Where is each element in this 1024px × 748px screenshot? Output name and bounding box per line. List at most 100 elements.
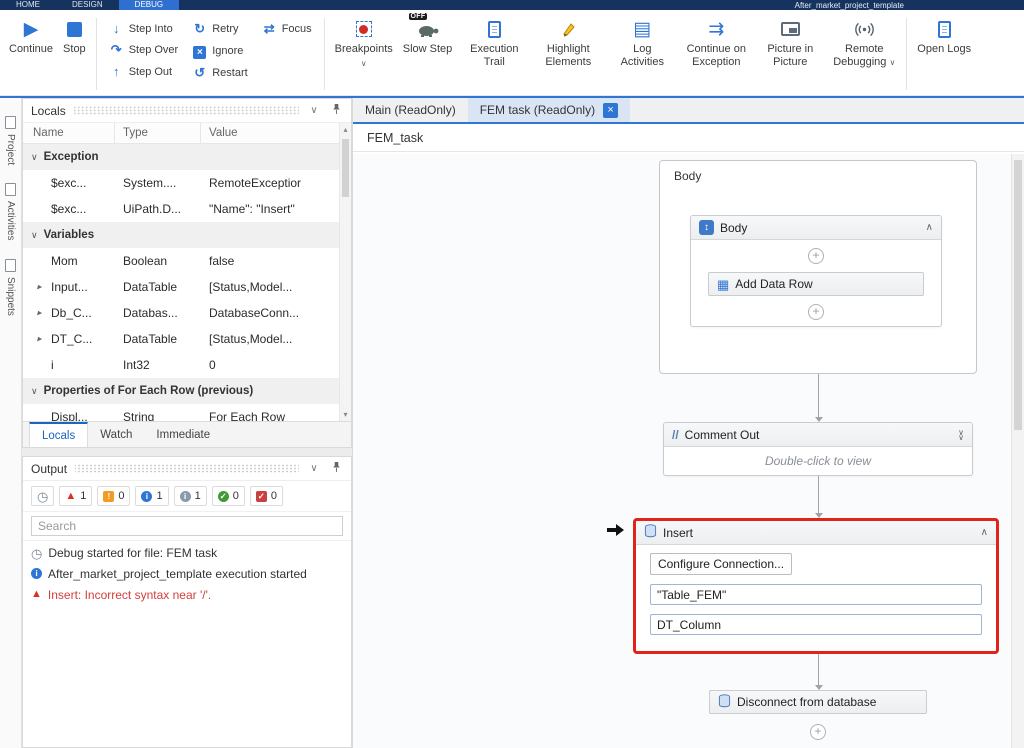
panel-drag-handle[interactable] — [75, 464, 299, 473]
column-header-name[interactable]: Name — [23, 123, 115, 143]
comment-out-activity[interactable]: // Comment Out ∨ ∨ Double-click to view — [663, 422, 973, 476]
warnings-filter[interactable]: ! 0 — [97, 486, 131, 506]
tab-fem-task[interactable]: FEM task (ReadOnly) × — [467, 98, 631, 122]
canvas-scrollbar[interactable] — [1011, 154, 1024, 748]
restart-button[interactable]: ↺ Restart — [188, 64, 251, 82]
log-entry-error[interactable]: ▲ Insert: Incorrect syntax near '/'. — [23, 585, 351, 606]
table-row[interactable]: ▸ DT_C... DataTable [Status,Model... — [23, 326, 339, 352]
chevron-down-icon[interactable]: ∨ — [307, 105, 321, 116]
collapse-icon[interactable]: ∧ — [926, 222, 933, 233]
tab-main[interactable]: Main (ReadOnly) — [353, 98, 468, 122]
tab-label: Main (ReadOnly) — [365, 103, 456, 117]
ribbon-tab-debug[interactable]: DEBUG — [118, 0, 180, 10]
designer-canvas[interactable]: Body ↕ Body ∧ + ▦ Add Data Row + // Comm… — [353, 154, 1011, 748]
highlight-elements-button[interactable]: Highlight Elements — [531, 13, 605, 95]
add-data-row-activity[interactable]: ▦ Add Data Row — [708, 272, 924, 296]
search-input[interactable] — [31, 516, 343, 536]
table-name-field[interactable]: "Table_FEM" — [650, 584, 982, 605]
focus-button[interactable]: ⇄ Focus — [258, 20, 316, 38]
configure-connection-button[interactable]: Configure Connection... — [650, 553, 792, 575]
comment-placeholder[interactable]: Double-click to view — [664, 447, 972, 475]
sequence-body: + ▦ Add Data Row + — [691, 240, 941, 328]
table-row[interactable]: i Int32 0 — [23, 352, 339, 378]
open-logs-button[interactable]: Open Logs — [912, 13, 976, 95]
output-search-row — [23, 512, 351, 541]
comment-out-header[interactable]: // Comment Out ∨ ∨ — [664, 423, 972, 447]
log-entry[interactable]: ◷ Debug started for file: FEM task — [23, 543, 351, 564]
locals-column-headers: Name Type Value — [23, 123, 351, 144]
step-over-button[interactable]: ↷ Step Over — [105, 41, 183, 59]
expand-icon[interactable]: ∨ ∨ — [958, 428, 964, 441]
table-row[interactable]: Displ... String For Each Row — [23, 404, 339, 421]
sidebar-item-project[interactable]: Project — [0, 116, 21, 165]
table-row[interactable]: Mom Boolean false — [23, 248, 339, 274]
locals-scrollbar[interactable]: ▴ ▾ — [339, 123, 351, 421]
body-sequence-header[interactable]: ↕ Body ∧ — [691, 216, 941, 240]
timestamps-toggle[interactable]: ◷ — [31, 486, 55, 506]
insert-activity-highlighted[interactable]: Insert ∧ Configure Connection... "Table_… — [633, 518, 999, 654]
pin-icon[interactable] — [329, 461, 343, 476]
table-row[interactable]: ▸ Db_C... Databas... DatabaseConn... — [23, 300, 339, 326]
breakpoints-button[interactable]: Breakpoints ∨ — [330, 13, 398, 95]
stop-button[interactable]: Stop — [58, 13, 91, 95]
trace-filter[interactable]: i 1 — [173, 486, 207, 506]
body-container[interactable]: Body ↕ Body ∧ + ▦ Add Data Row + — [659, 160, 977, 374]
debug-filter[interactable]: ✓ 0 — [249, 486, 283, 506]
info-filter[interactable]: i 1 — [135, 486, 169, 506]
scroll-up-icon[interactable]: ▴ — [340, 125, 351, 134]
log-activities-button[interactable]: ▤ Log Activities — [605, 13, 679, 95]
add-activity-icon[interactable]: + — [810, 724, 826, 740]
collapse-icon[interactable]: ∧ — [981, 527, 988, 538]
column-header-type[interactable]: Type — [115, 123, 201, 143]
add-activity-icon[interactable]: + — [808, 248, 824, 264]
ribbon-tab-home[interactable]: HOME — [0, 0, 56, 10]
ignore-button[interactable]: × Ignore — [188, 42, 251, 60]
remote-debugging-button[interactable]: Remote Debugging ∨ — [827, 13, 901, 95]
expander-icon[interactable]: ▸ — [37, 334, 42, 345]
table-row[interactable]: ▸ Input... DataTable [Status,Model... — [23, 274, 339, 300]
tab-watch[interactable]: Watch — [88, 422, 144, 447]
panel-divider[interactable] — [22, 448, 352, 456]
group-row-variables[interactable]: ∨ Variables — [23, 222, 339, 248]
panel-drag-handle[interactable] — [73, 106, 299, 115]
retry-button[interactable]: ↻ Retry — [188, 20, 251, 38]
ribbon-tab-design[interactable]: DESIGN — [56, 0, 119, 10]
sidebar-item-activities[interactable]: Activities — [0, 183, 21, 241]
chevron-down-icon[interactable]: ∨ — [307, 463, 321, 474]
picture-in-picture-button[interactable]: Picture in Picture — [753, 13, 827, 95]
step-into-button[interactable]: ↓ Step Into — [105, 20, 183, 37]
tab-locals[interactable]: Locals — [29, 422, 89, 447]
datatable-icon: ▦ — [717, 276, 730, 292]
restart-label: Restart — [212, 67, 248, 79]
document-tabstrip: Main (ReadOnly) FEM task (ReadOnly) × — [353, 98, 1024, 124]
scrollbar-thumb[interactable] — [342, 139, 349, 197]
expander-icon[interactable]: ▸ — [37, 308, 42, 319]
scroll-down-icon[interactable]: ▾ — [340, 410, 351, 419]
continue-on-exception-button[interactable]: ⇉ Continue on Exception — [679, 13, 753, 95]
group-row-properties[interactable]: ∨ Properties of For Each Row (previous) — [23, 378, 339, 404]
tab-immediate[interactable]: Immediate — [144, 422, 222, 447]
insert-header[interactable]: Insert ∧ — [636, 521, 996, 545]
column-header-value[interactable]: Value — [201, 127, 339, 139]
table-row[interactable]: $exc... System.... RemoteExceptior — [23, 170, 339, 196]
close-icon[interactable]: × — [603, 102, 619, 118]
breadcrumb-item[interactable]: FEM_task — [367, 131, 423, 145]
disconnect-activity[interactable]: Disconnect from database — [709, 690, 927, 714]
step-out-button[interactable]: ↑ Step Out — [105, 63, 183, 80]
pin-icon[interactable] — [329, 103, 343, 118]
expander-icon[interactable]: ▸ — [37, 282, 42, 293]
success-filter[interactable]: ✓ 0 — [211, 486, 245, 506]
log-entry[interactable]: i After_market_project_template executio… — [23, 564, 351, 585]
continue-button[interactable]: ▶ Continue — [4, 13, 58, 95]
sidebar-item-snippets[interactable]: Snippets — [0, 258, 21, 316]
scrollbar-thumb[interactable] — [1014, 160, 1022, 430]
errors-filter[interactable]: ▲ 1 — [59, 486, 93, 506]
slow-step-button[interactable]: OFF Slow Step — [398, 13, 458, 95]
add-activity-icon[interactable]: + — [808, 304, 824, 320]
chevron-down-icon: ∨ — [31, 151, 38, 162]
group-row-exception[interactable]: ∨ Exception — [23, 144, 339, 170]
execution-trail-button[interactable]: Execution Trail — [457, 13, 531, 95]
datatable-field[interactable]: DT_Column — [650, 614, 982, 635]
table-row[interactable]: $exc... UiPath.D... "Name": "Insert" — [23, 196, 339, 222]
body-sequence-activity[interactable]: ↕ Body ∧ + ▦ Add Data Row + — [690, 215, 942, 327]
